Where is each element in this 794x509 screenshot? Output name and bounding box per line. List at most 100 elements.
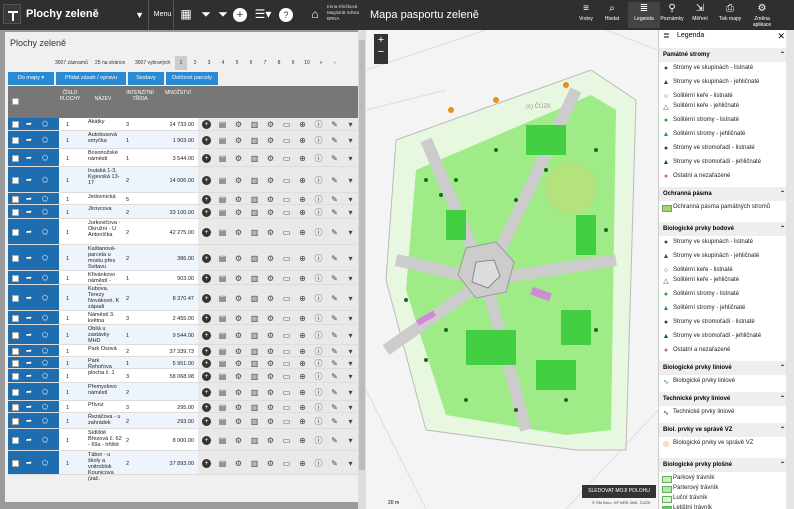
row-checkbox[interactable] [12, 294, 19, 302]
page-link[interactable]: 8 [273, 56, 285, 70]
row-tool-icon[interactable]: ⚙ [266, 136, 275, 145]
row-tool-icon[interactable]: ▾ [346, 331, 355, 340]
row-tool-icon[interactable]: ▤ [218, 436, 227, 445]
shape-icon[interactable]: ⬠ [42, 359, 48, 367]
add-icon[interactable]: + [202, 120, 211, 129]
row-tool-icon[interactable]: ▾ [346, 208, 355, 217]
filter-clear-icon[interactable]: ⏷ [214, 5, 232, 23]
legend-section-header[interactable]: Ochranná pásma ⌃ [659, 187, 789, 201]
row-tool-icon[interactable]: ▾ [346, 403, 355, 412]
shape-icon[interactable]: ⬠ [42, 331, 48, 339]
row-tool-icon[interactable]: ▾ [346, 314, 355, 323]
row-tool-icon[interactable]: ▥ [250, 274, 259, 283]
row-tool-icon[interactable]: ⚙ [266, 195, 275, 204]
reports-button[interactable]: Sestavy [128, 72, 164, 85]
tool-5[interactable]: ⎙ Tisk mapy [714, 2, 746, 28]
row-checkbox[interactable] [12, 331, 19, 339]
shape-icon[interactable]: ⬠ [42, 388, 48, 396]
page-link[interactable]: » [315, 56, 327, 70]
shape-icon[interactable]: ⬠ [42, 372, 48, 380]
shape-icon[interactable]: ⬠ [42, 314, 48, 322]
row-tool-icon[interactable]: ▭ [282, 294, 291, 303]
table-row[interactable]: ➦ ⬠ 1 Tábor - u školy a vnitroblok Kounicov… [8, 451, 360, 482]
row-tool-icon[interactable]: ⚙ [266, 254, 275, 263]
row-tool-icon[interactable]: ⊕ [298, 154, 307, 163]
row-tool-icon[interactable]: ⚙ [266, 372, 275, 381]
shape-icon[interactable]: ⬠ [42, 120, 48, 128]
row-tool-icon[interactable]: ⓘ [314, 459, 323, 468]
goto-icon[interactable]: ➦ [26, 417, 32, 425]
legend-section-header[interactable]: Biologické prvky plošné ⌃ [659, 458, 789, 472]
row-tool-icon[interactable]: ⊕ [298, 403, 307, 412]
row-checkbox[interactable] [12, 459, 19, 467]
zoom-in-button[interactable]: + [374, 34, 388, 46]
shape-icon[interactable]: ⬠ [42, 417, 48, 425]
row-tool-icon[interactable]: ⚙ [234, 459, 243, 468]
row-tool-icon[interactable]: ⚙ [266, 294, 275, 303]
row-tool-icon[interactable]: ⚙ [266, 388, 275, 397]
track-location-button[interactable]: SLEDOVAT MOJI POLOHU [582, 485, 656, 498]
row-tool-icon[interactable]: ⓘ [314, 176, 323, 185]
zoom-out-button[interactable]: − [374, 46, 388, 58]
row-tool-icon[interactable]: ✎ [330, 347, 339, 356]
row-tool-icon[interactable]: ▤ [218, 331, 227, 340]
row-tool-icon[interactable]: ▾ [346, 417, 355, 426]
row-tool-icon[interactable]: ⚙ [266, 347, 275, 356]
table-row[interactable]: ➦ ⬠ 1 Jurkovičova - Okružní - U Antoníčka 2 4… [8, 219, 360, 245]
row-tool-icon[interactable]: ▥ [250, 154, 259, 163]
row-tool-icon[interactable]: ⚙ [266, 154, 275, 163]
row-tool-icon[interactable]: ▭ [282, 154, 291, 163]
goto-icon[interactable]: ➦ [26, 136, 32, 144]
goto-icon[interactable]: ➦ [26, 347, 32, 355]
row-tool-icon[interactable]: ▥ [250, 359, 259, 368]
goto-icon[interactable]: ➦ [26, 228, 32, 236]
add-icon[interactable]: + [202, 135, 211, 145]
row-tool-icon[interactable]: ⚙ [266, 359, 275, 368]
row-tool-icon[interactable]: ▤ [218, 403, 227, 412]
row-tool-icon[interactable]: ▾ [346, 294, 355, 303]
row-tool-icon[interactable]: ▥ [250, 417, 259, 426]
row-tool-icon[interactable]: ▥ [250, 228, 259, 237]
legend-section-header[interactable]: Památné stromy ⌃ [659, 48, 789, 62]
add-icon[interactable]: + [202, 371, 211, 381]
legend-scrollbar[interactable] [786, 30, 794, 509]
add-icon[interactable]: + [202, 435, 211, 445]
add-icon[interactable]: + [202, 273, 211, 283]
row-checkbox[interactable] [12, 136, 19, 144]
row-tool-icon[interactable]: ✎ [330, 372, 339, 381]
goto-icon[interactable]: ➦ [26, 294, 32, 302]
row-tool-icon[interactable]: ⚙ [266, 403, 275, 412]
col-class-header[interactable]: INTENZITNÍ TŘÍDA [121, 90, 159, 102]
goto-icon[interactable]: ➦ [26, 359, 32, 367]
row-tool-icon[interactable]: ▭ [282, 372, 291, 381]
row-tool-icon[interactable]: ⊕ [298, 436, 307, 445]
row-tool-icon[interactable]: ⚙ [234, 208, 243, 217]
row-tool-icon[interactable]: ▤ [218, 417, 227, 426]
row-checkbox[interactable] [12, 195, 19, 203]
goto-icon[interactable]: ➦ [26, 388, 32, 396]
row-tool-icon[interactable]: ▾ [346, 120, 355, 129]
add-icon[interactable]: + [202, 227, 211, 237]
row-tool-icon[interactable]: ▤ [218, 254, 227, 263]
row-tool-icon[interactable]: ▭ [282, 347, 291, 356]
row-tool-icon[interactable]: ⚙ [266, 120, 275, 129]
filter-icon[interactable]: ⏷ [197, 5, 215, 23]
row-tool-icon[interactable]: ⓘ [314, 120, 323, 129]
list-options-icon[interactable]: ☰▾ [254, 5, 272, 23]
table-row[interactable]: ➦ ⬠ 1 Akátky 3 24 733.00 + ▤ ⚙ ▥ ⚙ ▭ ⊕ ⓘ ✎ ▾ [8, 118, 360, 131]
row-tool-icon[interactable]: ⚙ [266, 459, 275, 468]
shape-icon[interactable]: ⬠ [42, 136, 48, 144]
row-tool-icon[interactable]: ▾ [346, 459, 355, 468]
add-icon[interactable]: + [202, 153, 211, 163]
row-tool-icon[interactable]: ⚙ [234, 314, 243, 323]
legend-section-header[interactable]: Biologické prvky bodové ⌃ [659, 222, 789, 236]
row-tool-icon[interactable]: ▭ [282, 417, 291, 426]
row-tool-icon[interactable]: ▤ [218, 294, 227, 303]
app-logo[interactable] [3, 4, 21, 24]
row-tool-icon[interactable]: ⓘ [314, 154, 323, 163]
table-row[interactable]: ➦ ⬠ 1 Park Osová 2 37 339.73 + ▤ ⚙ ▥ ⚙ ▭ ⊕ ⓘ ✎ ▾ [8, 345, 360, 357]
row-tool-icon[interactable]: ⊕ [298, 294, 307, 303]
row-tool-icon[interactable]: ▥ [250, 372, 259, 381]
row-tool-icon[interactable]: ⚙ [234, 359, 243, 368]
row-tool-icon[interactable]: ⚙ [234, 331, 243, 340]
